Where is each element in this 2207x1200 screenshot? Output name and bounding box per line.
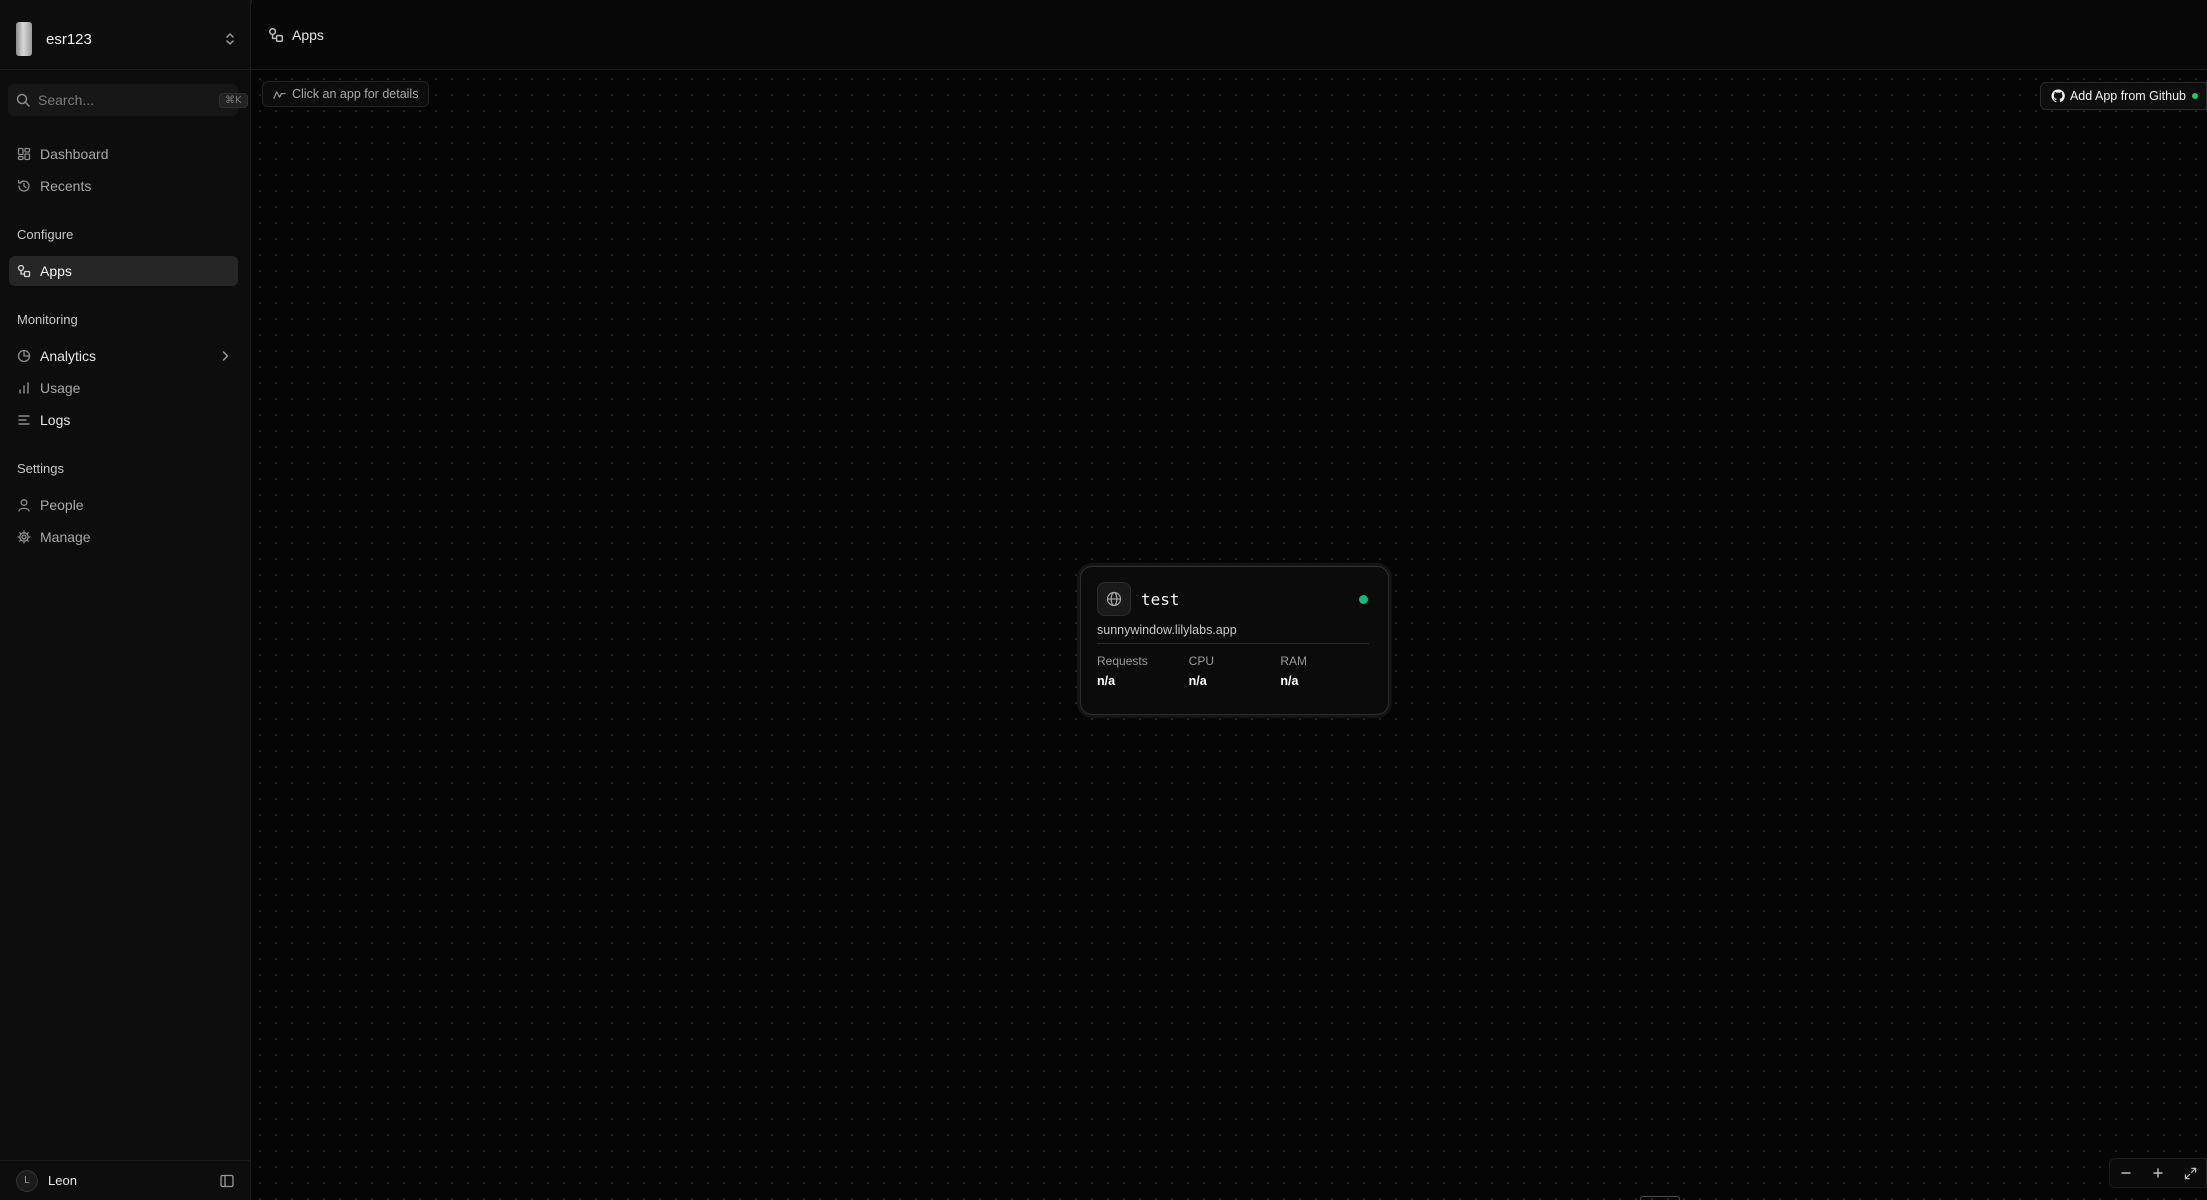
plus-icon [2152,1167,2164,1179]
app-name: test [1141,589,1180,609]
zoom-controls-group [2109,1158,2207,1188]
metric-cpu: CPU n/a [1189,654,1281,688]
globe-icon [1097,582,1131,616]
gear-icon [17,530,31,544]
search-shortcut-badge: ⌘K [219,92,248,108]
user-name: Leon [48,1173,77,1188]
metric-value: n/a [1280,674,1299,688]
search-box[interactable]: ⌘K [8,84,248,116]
sidebar-item-label: People [40,497,84,513]
expand-icon [2184,1167,2197,1180]
metric-label: RAM [1280,654,1308,668]
workspace-name: esr123 [46,30,92,48]
history-icon [17,179,31,193]
section-label-monitoring: Monitoring [17,312,78,327]
minus-icon [2120,1167,2132,1179]
sidebar-item-dashboard[interactable]: Dashboard [9,139,238,169]
canvas-hint: Click an app for details [262,81,430,107]
metric-value: n/a [1097,674,1116,688]
zoom-out-button[interactable] [2110,1159,2142,1187]
add-app-from-github-button[interactable]: Add App from Github [2039,82,2207,110]
user-menu[interactable]: L Leon [0,1160,251,1200]
sidebar-item-apps[interactable]: Apps [9,256,238,286]
bottom-panel-handle[interactable] [1640,1196,1680,1200]
github-status-dot [2192,93,2198,99]
metric-value: n/a [1188,674,1207,688]
sidebar-item-label: Logs [40,412,71,428]
sidebar-item-label: Manage [40,529,91,545]
sidebar-item-usage[interactable]: Usage [9,373,238,403]
metric-label: Requests [1097,654,1148,668]
user-icon [17,498,31,512]
page-title: Apps [292,26,324,43]
list-icon [17,413,31,427]
app-status-dot [1359,594,1368,604]
sidebar-item-label: Recents [40,178,92,194]
section-label-settings: Settings [17,461,64,476]
sidebar: esr123 ⌘K Dashboard Recents Configure Ap… [0,0,251,1200]
apps-icon [268,27,284,43]
app-url: sunnywindow.lilylabs.app [1097,623,1369,644]
chevron-right-icon [220,350,230,362]
section-label-configure: Configure [17,227,74,242]
search-input[interactable] [38,92,219,108]
app-card-header: test [1097,581,1372,617]
search-icon [16,93,30,107]
fit-view-button[interactable] [2174,1159,2206,1187]
canvas-hint-text: Click an app for details [292,87,419,101]
metric-ram: RAM n/a [1280,654,1372,688]
sidebar-item-logs[interactable]: Logs [9,405,238,435]
metric-requests: Requests n/a [1097,654,1189,688]
sidebar-item-analytics[interactable]: Analytics [9,341,238,371]
main-area: Apps Click an app for details Add App fr… [252,0,2207,1200]
pie-chart-icon [17,349,31,363]
app-card[interactable]: test sunnywindow.lilylabs.app Requests n… [1080,566,1389,715]
activity-icon [273,88,286,101]
zoom-controls [2109,1158,2207,1188]
chevrons-up-down-icon [224,31,236,47]
metric-label: CPU [1188,654,1215,668]
bar-chart-icon [17,381,31,395]
zoom-in-button[interactable] [2142,1159,2174,1187]
sidebar-item-label: Analytics [40,348,97,364]
sidebar-item-label: Apps [40,263,72,279]
workspace-logo [16,22,32,56]
sidebar-item-manage[interactable]: Manage [9,522,238,552]
apps-icon [17,264,31,278]
sidebar-item-label: Dashboard [40,146,109,162]
sidebar-toggle-icon[interactable] [219,1173,235,1189]
apps-canvas[interactable]: Click an app for details Add App from Gi… [252,71,2207,1200]
dashboard-icon [17,147,31,161]
page-header: Apps [252,0,2207,70]
app-metrics: Requests n/a CPU n/a RAM n/a [1097,654,1372,688]
avatar: L [16,1169,38,1192]
github-icon [2051,89,2065,103]
add-app-from-github-label: Add App from Github [2069,89,2186,103]
sidebar-item-people[interactable]: People [9,490,238,520]
sidebar-item-recents[interactable]: Recents [9,171,238,201]
sidebar-item-label: Usage [40,380,81,396]
sidebar-divider [0,69,251,70]
workspace-switcher[interactable]: esr123 [8,14,244,64]
